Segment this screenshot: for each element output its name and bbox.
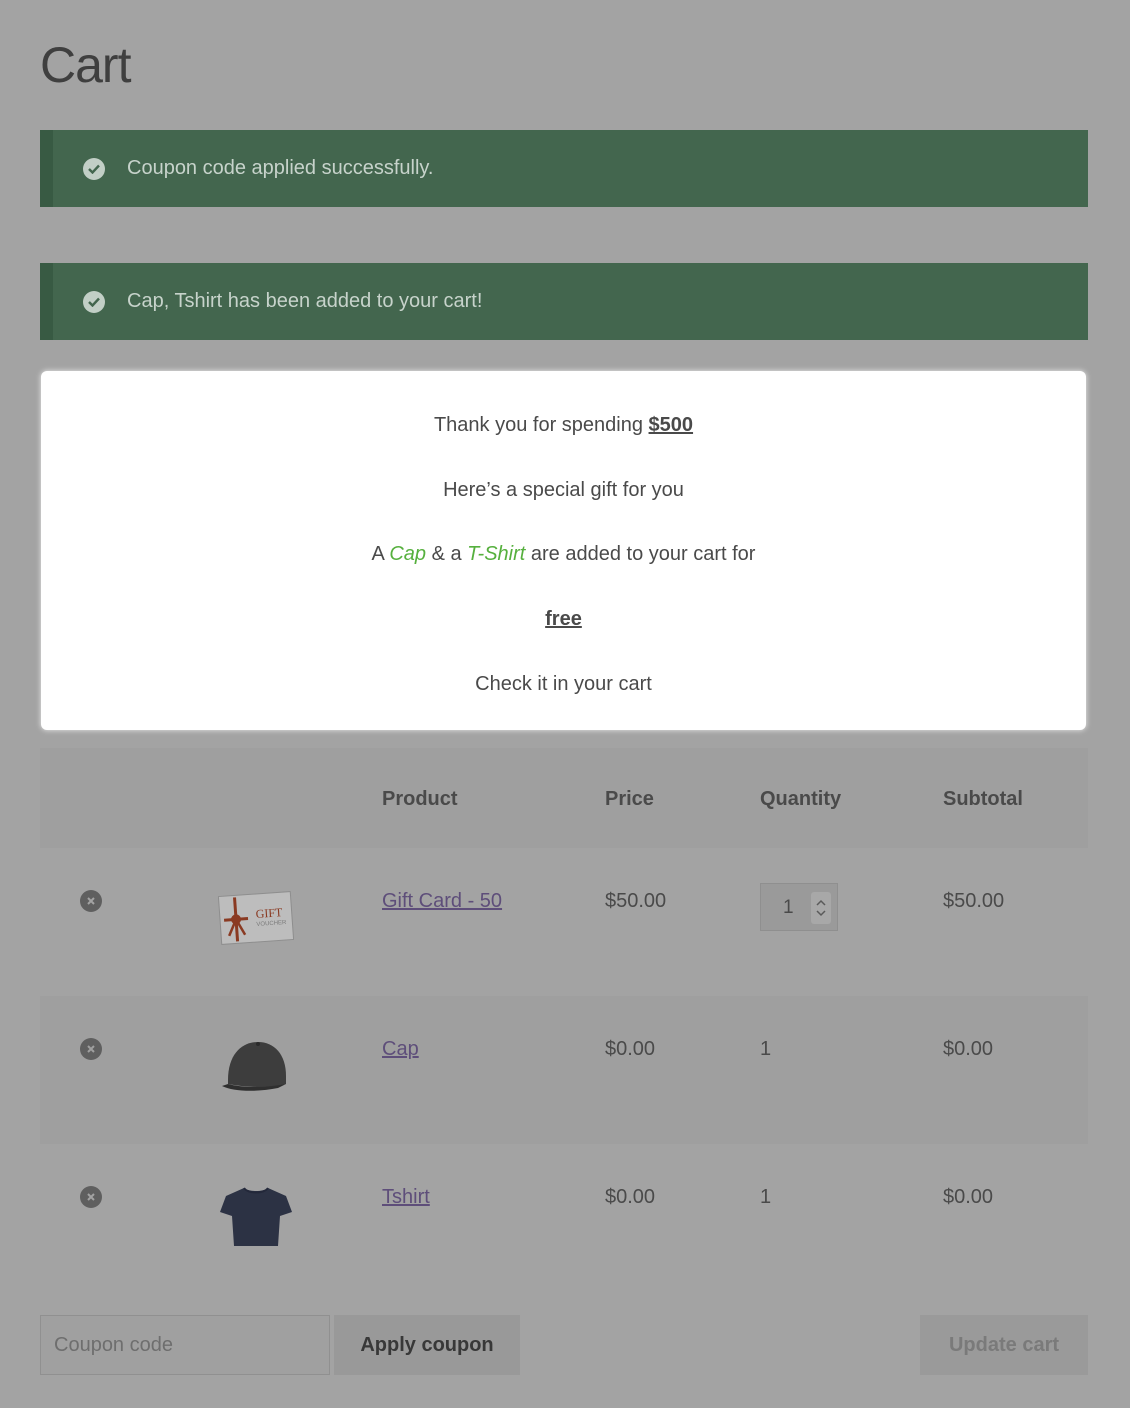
quantity-value: 1	[783, 897, 794, 918]
popup-line-thanks: Thank you for spending $500	[433, 414, 694, 436]
product-link[interactable]: Tshirt	[382, 1186, 430, 1208]
page-title: Cart	[40, 37, 131, 93]
subtotal-cell: $0.00	[943, 1186, 994, 1208]
tshirt-image[interactable]	[218, 1184, 294, 1248]
table-row: Tshirt $0.00 1 $0.00	[40, 1144, 1088, 1292]
table-row: GIFT VOUCHER Gift Card - 50 $50.00 1 $50…	[40, 848, 1088, 996]
price-cell: $50.00	[605, 890, 667, 912]
popup-line-check: Check it in your cart	[475, 673, 652, 695]
quantity-value: 1	[760, 1186, 772, 1208]
subtotal-cell: $0.00	[943, 1038, 994, 1060]
product-link[interactable]: Cap	[382, 1038, 419, 1060]
gift-tshirt-text: T-Shirt	[467, 543, 526, 565]
header-price: Price	[605, 787, 654, 810]
notice-text: Cap, Tshirt has been added to your cart!	[127, 290, 483, 312]
cap-image[interactable]	[218, 1036, 294, 1096]
notice-text: Coupon code applied successfully.	[127, 157, 434, 179]
subtotal-cell: $50.00	[943, 890, 1005, 912]
gift-popup[interactable]: Thank you for spending $500 Here’s a spe…	[41, 371, 1086, 730]
items-added-notice: Cap, Tshirt has been added to your cart!	[40, 263, 1088, 340]
table-row: Cap $0.00 1 $0.00	[40, 996, 1088, 1144]
spinner-arrows-icon[interactable]	[811, 892, 831, 924]
gift-cap-text: Cap	[389, 543, 427, 565]
remove-item-icon[interactable]	[80, 1038, 102, 1060]
check-circle-icon	[83, 290, 105, 313]
table-header-row: Product Price Quantity Subtotal	[40, 748, 1088, 848]
coupon-placeholder: Coupon code	[54, 1333, 173, 1356]
remove-item-icon[interactable]	[80, 1186, 102, 1208]
popup-line-gift: Here’s a special gift for you	[443, 479, 684, 501]
quantity-stepper[interactable]: 1	[760, 883, 838, 931]
price-cell: $0.00	[605, 1038, 656, 1060]
cart-table: Product Price Quantity Subtotal GIFT VOU…	[40, 748, 1088, 1292]
header-product: Product	[382, 787, 458, 810]
gift-voucher-image[interactable]: GIFT VOUCHER	[218, 888, 294, 948]
spend-amount: $500	[648, 414, 694, 436]
header-subtotal: Subtotal	[943, 787, 1023, 810]
update-cart-button[interactable]: Update cart	[920, 1315, 1088, 1375]
price-cell: $0.00	[605, 1186, 656, 1208]
svg-text:GIFT: GIFT	[255, 905, 283, 921]
remove-item-icon[interactable]	[80, 890, 102, 912]
coupon-code-input[interactable]: Coupon code	[40, 1315, 330, 1375]
coupon-success-notice: Coupon code applied successfully.	[40, 130, 1088, 207]
product-link[interactable]: Gift Card - 50	[382, 890, 502, 912]
quantity-value: 1	[760, 1038, 772, 1060]
popup-line-free: free	[545, 608, 582, 630]
popup-line-items: A Cap & a T-Shirt are added to your cart…	[371, 543, 756, 565]
header-quantity: Quantity	[760, 787, 842, 810]
apply-coupon-button[interactable]: Apply coupon	[334, 1315, 520, 1375]
check-circle-icon	[83, 157, 105, 180]
